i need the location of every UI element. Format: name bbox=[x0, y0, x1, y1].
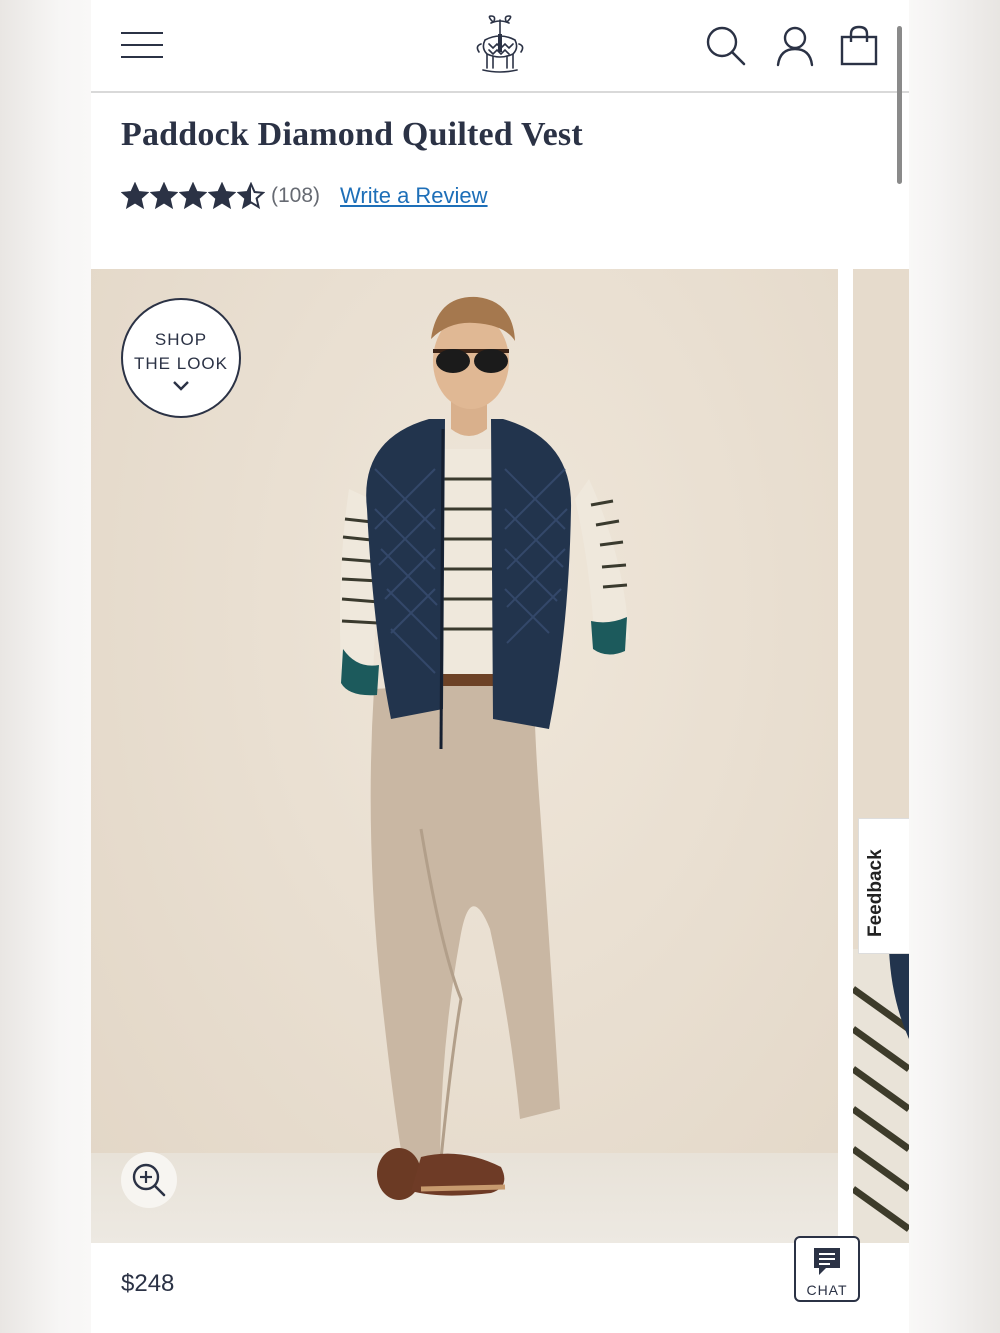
hamburger-icon[interactable] bbox=[121, 32, 163, 60]
feedback-tab[interactable]: Feedback bbox=[858, 818, 909, 954]
star-half-icon bbox=[237, 182, 265, 210]
chat-button[interactable]: CHAT bbox=[794, 1236, 860, 1302]
chat-label: CHAT bbox=[806, 1282, 848, 1298]
site-header bbox=[91, 0, 909, 93]
product-price: $248 bbox=[121, 1270, 175, 1297]
star-full-icon bbox=[121, 182, 149, 210]
search-icon[interactable] bbox=[703, 24, 747, 68]
next-product-image[interactable] bbox=[853, 269, 909, 1243]
zoom-in-icon bbox=[132, 1163, 166, 1197]
product-title: Paddock Diamond Quilted Vest bbox=[121, 116, 583, 153]
star-full-icon bbox=[150, 182, 178, 210]
shop-the-look-line1: SHOP bbox=[154, 330, 208, 349]
feedback-label: Feedback bbox=[865, 849, 886, 937]
star-full-icon bbox=[179, 182, 207, 210]
user-icon[interactable] bbox=[773, 24, 817, 68]
write-review-link[interactable]: Write a Review bbox=[340, 183, 488, 209]
shopping-bag-icon[interactable] bbox=[837, 24, 881, 68]
shop-the-look-line2: THE LOOK bbox=[134, 354, 228, 373]
chevron-down-icon bbox=[173, 381, 189, 391]
product-page: Paddock Diamond Quilted Vest (108) Write… bbox=[91, 0, 909, 1333]
chat-bubble-icon bbox=[814, 1248, 840, 1275]
review-count: (108) bbox=[271, 184, 321, 207]
product-image[interactable] bbox=[91, 269, 838, 1243]
golden-fleece-logo[interactable] bbox=[471, 14, 529, 78]
shop-the-look-button[interactable]: SHOP THE LOOK bbox=[121, 298, 241, 418]
model-illustration bbox=[340, 296, 629, 1200]
page-scrollbar[interactable] bbox=[897, 26, 902, 184]
rating-row: (108) Write a Review bbox=[121, 180, 488, 212]
star-rating[interactable] bbox=[121, 182, 265, 210]
zoom-in-button[interactable] bbox=[121, 1152, 177, 1208]
star-full-icon bbox=[208, 182, 236, 210]
